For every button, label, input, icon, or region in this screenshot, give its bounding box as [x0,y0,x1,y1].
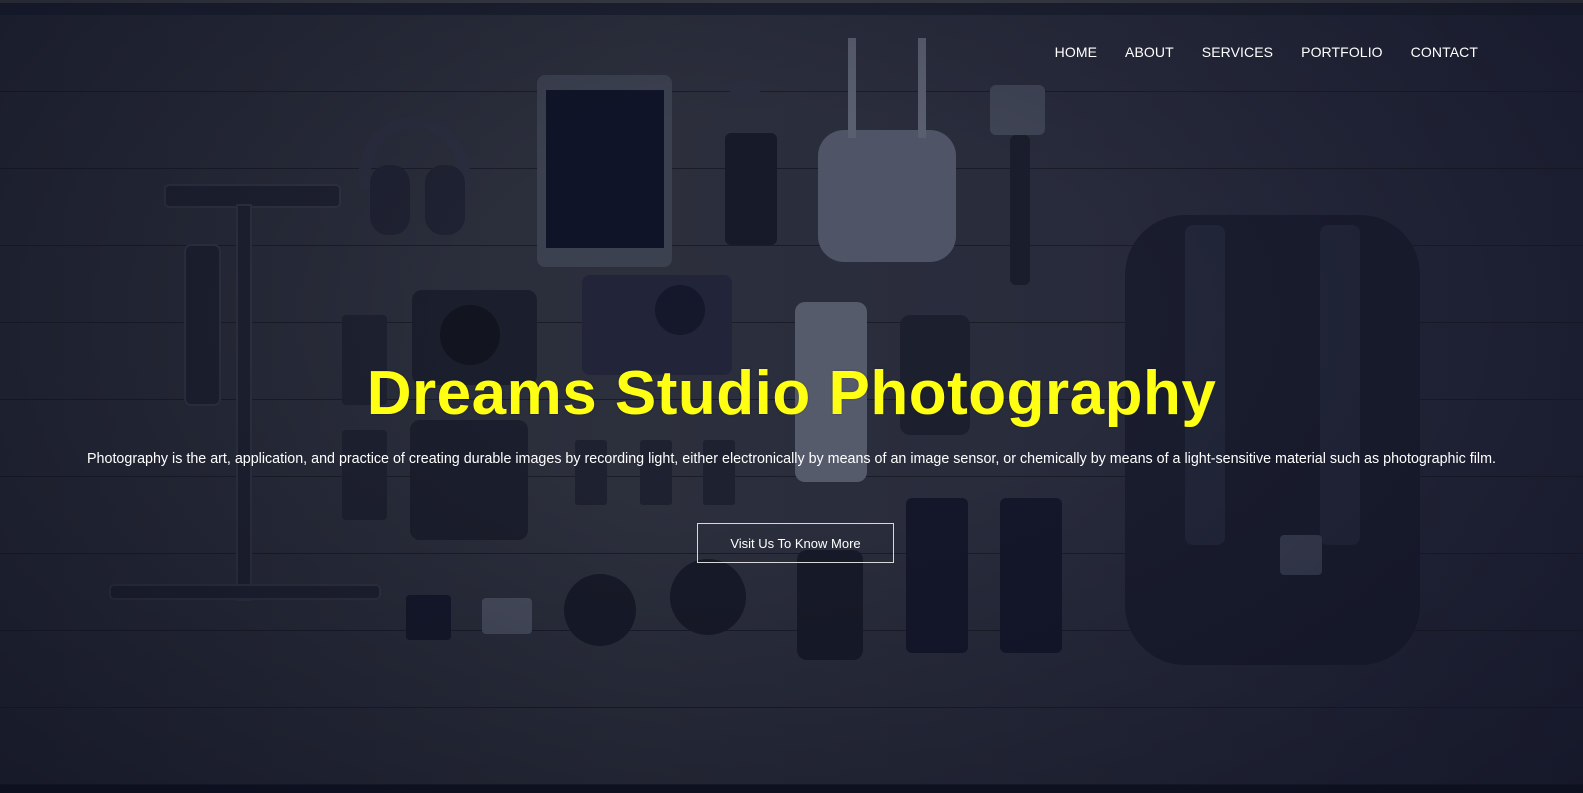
nav-portfolio[interactable]: PORTFOLIO [1301,44,1383,60]
hero-section: HOME ABOUT SERVICES PORTFOLIO CONTACT Dr… [0,0,1583,793]
hero-title: Dreams Studio Photography [366,359,1217,428]
nav-services[interactable]: SERVICES [1202,44,1273,60]
hero-description: Photography is the art, application, and… [87,451,1496,467]
nav-home[interactable]: HOME [1055,44,1097,60]
nav-contact[interactable]: CONTACT [1411,44,1478,60]
main-nav: HOME ABOUT SERVICES PORTFOLIO CONTACT [1055,44,1478,60]
visit-us-button[interactable]: Visit Us To Know More [697,523,894,563]
nav-about[interactable]: ABOUT [1125,44,1174,60]
